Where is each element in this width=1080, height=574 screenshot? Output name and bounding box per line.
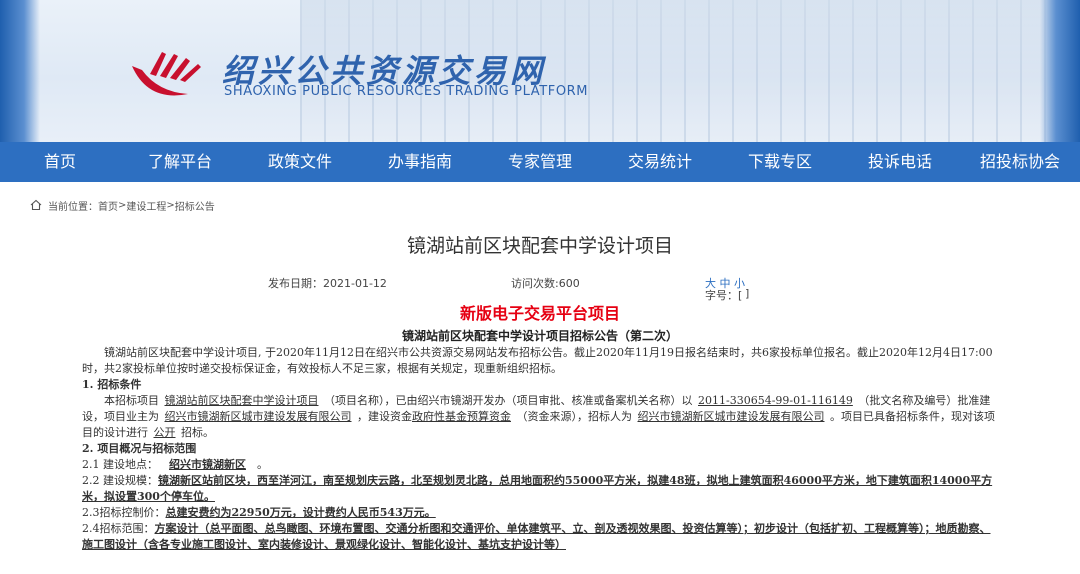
article-meta: 发布日期：2021-01-12 访问次数:600 字号：[大 中 小] bbox=[0, 263, 1080, 302]
s1-text-a: 本招标项目 bbox=[104, 394, 159, 407]
s22-label: 2.2 建设规模： bbox=[82, 474, 158, 487]
s21-label: 2.1 建设地点： bbox=[82, 458, 158, 471]
s1-text-e: （资金来源），招标人为 bbox=[516, 410, 633, 423]
header-decoration-right bbox=[1040, 0, 1080, 142]
nav-item-about[interactable]: 了解平台 bbox=[120, 142, 240, 182]
section-2-4: 2.4招标范围：方案设计（总平面图、总鸟瞰图、环境布置图、交通分析图和交通评价、… bbox=[82, 521, 998, 553]
breadcrumb-construction[interactable]: 建设工程 bbox=[126, 198, 166, 213]
construction-site: 绍兴市镜湖新区 bbox=[169, 458, 246, 471]
s1-text-d: ，建设资金 bbox=[357, 410, 412, 423]
tender-scope: 方案设计（总平面图、总鸟瞰图、环境布置图、交通分析图和交通评价、单体建筑平、立、… bbox=[82, 522, 991, 551]
nav-item-complaints[interactable]: 投诉电话 bbox=[840, 142, 960, 182]
notice-intro: 镜湖站前区块配套中学设计项目, 于2020年11月12日在绍兴市公共资源交易网站… bbox=[82, 345, 998, 377]
control-price: 总建安费约为22950万元，设计费约人民币543万元。 bbox=[165, 506, 436, 519]
section-1-text: 本招标项目 镜湖站前区块配套中学设计项目 （项目名称），已由绍兴市镜湖开发办（项… bbox=[82, 393, 998, 441]
main-nav: 首页 了解平台 政策文件 办事指南 专家管理 交易统计 下载专区 投诉电话 招投… bbox=[0, 142, 1080, 182]
tenderer: 绍兴市镜湖新区城市建设发展有限公司 bbox=[637, 410, 825, 423]
nav-item-policy[interactable]: 政策文件 bbox=[240, 142, 360, 182]
s1-text-b: （项目名称），已由绍兴市镜湖开发办（项目审批、核准或备案机关名称）以 bbox=[324, 394, 693, 407]
construction-scale: 镜湖新区站前区块，西至洋河江，南至规划庆云路，北至规划灵北路，总用地面积约550… bbox=[82, 474, 993, 503]
breadcrumb-tender-notice[interactable]: 招标公告 bbox=[175, 198, 215, 213]
breadcrumb-separator: > bbox=[118, 199, 127, 211]
s23-label: 2.3招标控制价： bbox=[82, 506, 166, 519]
notice-heading: 镜湖站前区块配套中学设计项目招标公告（第二次） bbox=[401, 329, 678, 343]
site-subtitle: SHAOXING PUBLIC RESOURCES TRADING PLATFO… bbox=[224, 84, 589, 99]
breadcrumb-home[interactable]: 首页 bbox=[98, 198, 118, 213]
home-icon bbox=[30, 199, 42, 211]
nav-item-association[interactable]: 招投标协会 bbox=[960, 142, 1080, 182]
header-decoration-left bbox=[0, 0, 40, 142]
section-2-3: 2.3招标控制价：总建安费约为22950万元，设计费约人民币543万元。 bbox=[82, 505, 998, 521]
nav-item-statistics[interactable]: 交易统计 bbox=[600, 142, 720, 182]
breadcrumb-separator: > bbox=[166, 199, 175, 211]
section-2-2: 2.2 建设规模：镜湖新区站前区块，西至洋河江，南至规划庆云路，北至规划灵北路，… bbox=[82, 473, 998, 505]
breadcrumb: 当前位置： 首页 > 建设工程 > 招标公告 bbox=[0, 182, 1080, 228]
nav-item-home[interactable]: 首页 bbox=[0, 142, 120, 182]
section-1-heading: 1. 招标条件 bbox=[82, 378, 142, 391]
approval-code: 2011-330654-99-01-116149 bbox=[698, 394, 853, 407]
nav-item-guide[interactable]: 办事指南 bbox=[360, 142, 480, 182]
s21-end: 。 bbox=[257, 458, 268, 471]
section-2-heading: 2. 项目概况与招标范围 bbox=[82, 442, 197, 455]
notice-banner: 新版电子交易平台项目 bbox=[459, 304, 620, 323]
s24-label: 2.4招标范围： bbox=[82, 522, 155, 535]
font-size-end: ] bbox=[745, 287, 750, 300]
breadcrumb-prefix: 当前位置： bbox=[48, 201, 98, 213]
site-logo-icon[interactable] bbox=[128, 44, 208, 104]
article-body: 新版电子交易平台项目 镜湖站前区块配套中学设计项目招标公告（第二次） 镜湖站前区… bbox=[0, 301, 1080, 553]
project-owner: 绍兴市镜湖新区城市建设发展有限公司 bbox=[164, 410, 352, 423]
project-name: 镜湖站前区块配套中学设计项目 bbox=[164, 394, 319, 407]
article-title: 镜湖站前区块配套中学设计项目 bbox=[406, 235, 673, 257]
fund-source: 政府性基金预算资金 bbox=[412, 410, 511, 423]
tender-method: 公开 bbox=[153, 426, 176, 439]
nav-item-downloads[interactable]: 下载专区 bbox=[720, 142, 840, 182]
font-size-label: 字号：[ bbox=[705, 289, 743, 302]
visit-count: 访问次数:600 bbox=[511, 277, 580, 290]
publish-date: 发布日期：2021-01-12 bbox=[268, 277, 387, 290]
site-header: 绍兴公共资源交易网 SHAOXING PUBLIC RESOURCES TRAD… bbox=[0, 0, 1080, 142]
intro-text: 镜湖站前区块配套中学设计项目, 于2020年11月12日在绍兴市公共资源交易网站… bbox=[82, 346, 993, 375]
nav-item-experts[interactable]: 专家管理 bbox=[480, 142, 600, 182]
font-size-switcher: 字号：[大 中 小] bbox=[705, 275, 749, 302]
s1-text-g: 招标。 bbox=[181, 426, 214, 439]
section-2-1: 2.1 建设地点： 绍兴市镜湖新区 。 bbox=[82, 457, 998, 473]
